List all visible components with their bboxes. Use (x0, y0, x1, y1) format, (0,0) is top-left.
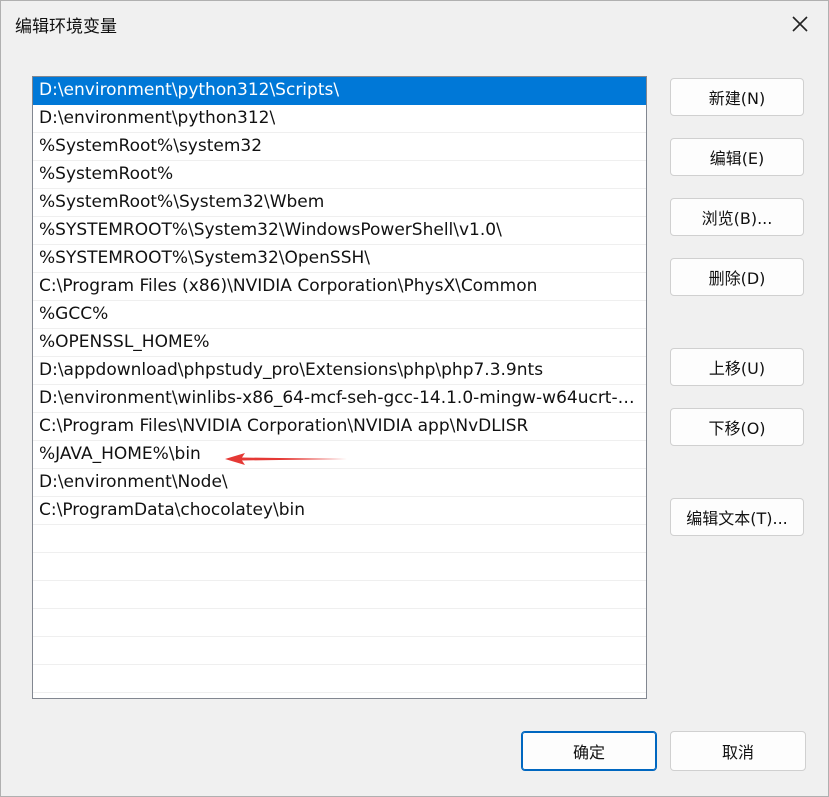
path-list-item-text: C:\Program Files (x86)\NVIDIA Corporatio… (39, 276, 538, 296)
move-up-button[interactable]: 上移(U) (670, 348, 804, 386)
new-button[interactable]: 新建(N) (670, 78, 804, 116)
path-list-item-text: D:\environment\python312\Scripts\ (39, 80, 340, 100)
path-list[interactable]: D:\environment\python312\Scripts\ D:\envi… (32, 76, 647, 699)
path-list-item-text: %SYSTEMROOT%\System32\OpenSSH\ (39, 248, 371, 268)
edit-env-variable-dialog: 编辑环境变量 D:\environment\python312\Scripts\… (0, 0, 829, 797)
path-list-item-text: C:\Program Files\NVIDIA Corporation\NVID… (39, 416, 529, 436)
ok-button[interactable]: 确定 (521, 731, 657, 771)
path-list-item[interactable] (33, 609, 646, 637)
path-list-item[interactable]: C:\Program Files\NVIDIA Corporation\NVID… (33, 413, 646, 441)
path-list-item[interactable]: D:\environment\python312\Scripts\ (33, 77, 646, 105)
path-list-item[interactable]: %SystemRoot% (33, 161, 646, 189)
path-list-item[interactable]: %SystemRoot%\system32 (33, 133, 646, 161)
path-list-item[interactable]: D:\environment\python312\ (33, 105, 646, 133)
path-list-item-text: D:\environment\winlibs-x86_64-mcf-seh-gc… (39, 388, 642, 408)
path-list-item-text: D:\environment\python312\ (39, 108, 276, 128)
path-list-item[interactable] (33, 581, 646, 609)
path-list-item[interactable]: D:\environment\Node\ (33, 469, 646, 497)
edit-button[interactable]: 编辑(E) (670, 138, 804, 176)
path-list-item-text: %JAVA_HOME%\bin (39, 444, 201, 464)
path-list-item-text: %SYSTEMROOT%\System32\WindowsPowerShell\… (39, 220, 502, 240)
path-list-item-text: %OPENSSL_HOME% (39, 332, 210, 352)
path-list-item[interactable]: %SystemRoot%\System32\Wbem (33, 189, 646, 217)
path-list-item[interactable] (33, 665, 646, 693)
path-list-item[interactable]: C:\ProgramData\chocolatey\bin (33, 497, 646, 525)
browse-button[interactable]: 浏览(B)... (670, 198, 804, 236)
path-list-item[interactable]: %SYSTEMROOT%\System32\OpenSSH\ (33, 245, 646, 273)
path-list-item[interactable] (33, 637, 646, 665)
path-list-item-text: %GCC% (39, 304, 109, 324)
path-list-item-text: %SystemRoot% (39, 164, 174, 184)
move-down-button[interactable]: 下移(O) (670, 408, 804, 446)
path-list-item-text: D:\environment\Node\ (39, 472, 228, 492)
path-list-item[interactable]: D:\environment\winlibs-x86_64-mcf-seh-gc… (33, 385, 646, 413)
path-list-item-text: %SystemRoot%\System32\Wbem (39, 192, 325, 212)
path-list-item-text: C:\ProgramData\chocolatey\bin (39, 500, 305, 520)
path-list-item[interactable]: %JAVA_HOME%\bin (33, 441, 646, 469)
path-list-item[interactable] (33, 553, 646, 581)
path-list-item-text: %SystemRoot%\system32 (39, 136, 263, 156)
cancel-button[interactable]: 取消 (670, 731, 806, 771)
title-bar[interactable]: 编辑环境变量 (1, 1, 828, 47)
path-list-item[interactable]: D:\appdownload\phpstudy_pro\Extensions\p… (33, 357, 646, 385)
path-list-item[interactable]: %OPENSSL_HOME% (33, 329, 646, 357)
path-list-item-text: D:\appdownload\phpstudy_pro\Extensions\p… (39, 360, 544, 380)
close-icon (792, 16, 808, 32)
delete-button[interactable]: 删除(D) (670, 258, 804, 296)
close-button[interactable] (786, 10, 814, 38)
path-list-item[interactable]: %GCC% (33, 301, 646, 329)
path-list-item[interactable] (33, 525, 646, 553)
path-list-item[interactable]: %SYSTEMROOT%\System32\WindowsPowerShell\… (33, 217, 646, 245)
edit-text-button[interactable]: 编辑文本(T)... (670, 498, 804, 536)
dialog-title: 编辑环境变量 (15, 17, 117, 37)
path-list-item[interactable]: C:\Program Files (x86)\NVIDIA Corporatio… (33, 273, 646, 301)
